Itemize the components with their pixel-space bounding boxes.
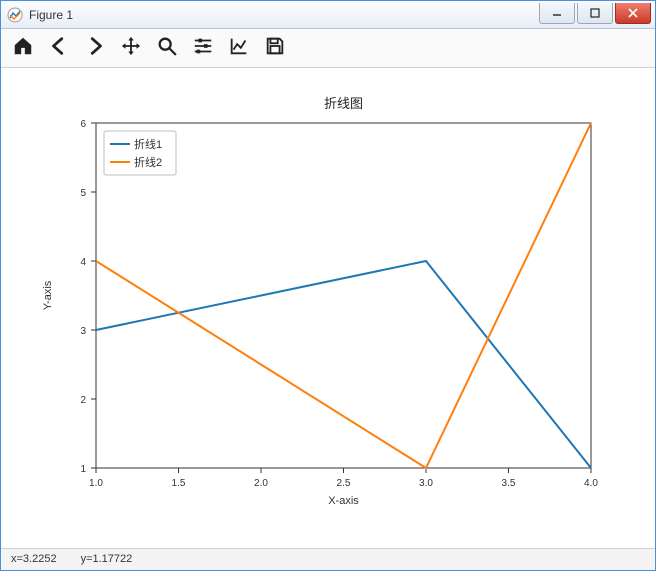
x-axis-label: X-axis [328, 495, 359, 507]
window-title: Figure 1 [29, 8, 539, 22]
close-button[interactable] [615, 3, 651, 24]
pan-icon [120, 35, 142, 60]
xtick-label: 2.0 [254, 478, 268, 489]
home-icon [12, 35, 34, 60]
window-controls [539, 3, 653, 23]
save-button[interactable] [261, 34, 289, 62]
toolbar [1, 29, 655, 67]
xtick-label: 1.0 [89, 478, 103, 489]
plot-svg: 1.0 1.5 2.0 2.5 3.0 3.5 4.0 1 2 3 4 5 6 折线图 X-axis Y-ax… [1, 68, 655, 548]
zoom-button[interactable] [153, 34, 181, 62]
xtick-label: 1.5 [172, 478, 186, 489]
zoom-icon [156, 35, 178, 60]
minimize-button[interactable] [539, 3, 575, 24]
ytick-label: 4 [80, 257, 86, 268]
app-icon [7, 7, 23, 23]
status-y: y=1.17722 [81, 553, 133, 565]
home-button[interactable] [9, 34, 37, 62]
pan-button[interactable] [117, 34, 145, 62]
ytick-label: 6 [80, 119, 86, 130]
maximize-button[interactable] [577, 3, 613, 24]
figure-window: Figure 1 [0, 0, 656, 571]
ytick-label: 5 [80, 188, 86, 199]
plot-area[interactable]: 1.0 1.5 2.0 2.5 3.0 3.5 4.0 1 2 3 4 5 6 折线图 X-axis Y-ax… [1, 68, 655, 548]
legend-label: 折线1 [134, 137, 162, 151]
configure-subplots-button[interactable] [189, 34, 217, 62]
xtick-label: 2.5 [337, 478, 351, 489]
status-x: x=3.2252 [11, 553, 57, 565]
forward-icon [84, 35, 106, 60]
chart-title: 折线图 [324, 96, 363, 111]
xtick-label: 3.0 [419, 478, 433, 489]
back-icon [48, 35, 70, 60]
edit-axes-button[interactable] [225, 34, 253, 62]
titlebar: Figure 1 [1, 1, 655, 29]
xtick-label: 4.0 [584, 478, 598, 489]
xtick-label: 3.5 [502, 478, 516, 489]
axes-icon [228, 35, 250, 60]
forward-button[interactable] [81, 34, 109, 62]
subplots-icon [192, 35, 214, 60]
y-axis-label: Y-axis [42, 280, 54, 310]
legend-label: 折线2 [134, 155, 162, 169]
save-icon [264, 35, 286, 60]
ytick-label: 3 [80, 326, 86, 337]
status-bar: x=3.2252 y=1.17722 [1, 548, 655, 571]
ytick-label: 1 [80, 464, 86, 475]
back-button[interactable] [45, 34, 73, 62]
ytick-label: 2 [80, 395, 86, 406]
